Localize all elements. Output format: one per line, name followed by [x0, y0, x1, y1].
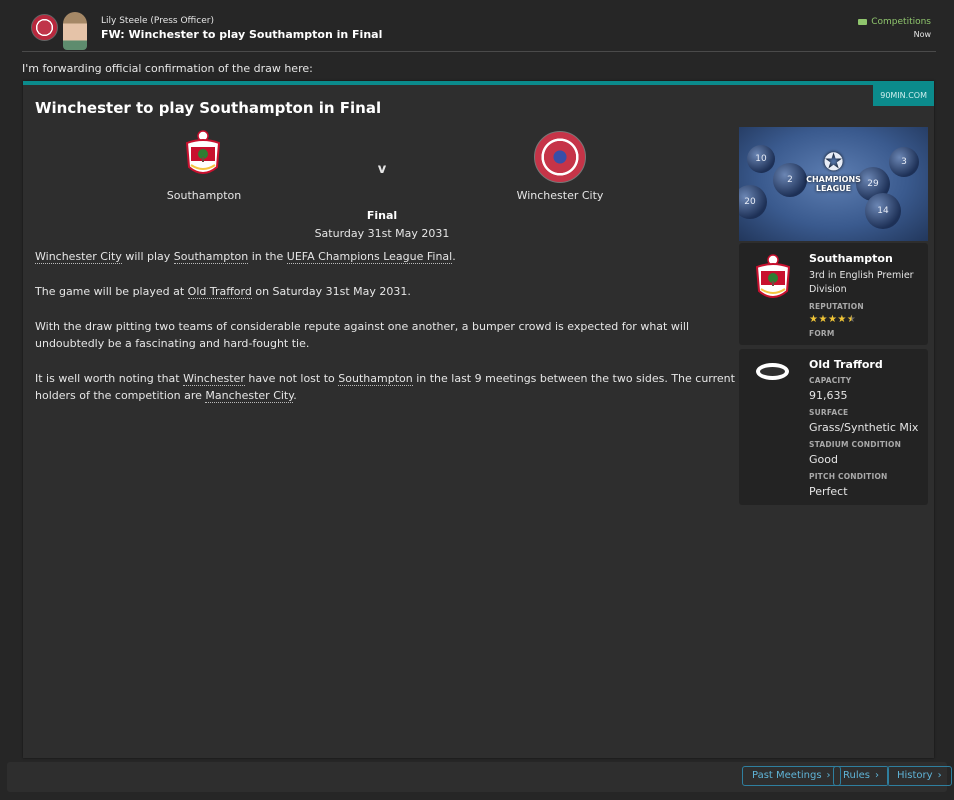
past-meetings-label: Past Meetings	[752, 770, 822, 781]
reputation-stars: ★★★★★	[809, 314, 856, 325]
stadium-info-panel: Old Trafford CAPACITY 91,635 SURFACE Gra…	[739, 349, 928, 505]
article-body: Winchester City will play Southampton in…	[35, 248, 735, 422]
team-link-manchester-city[interactable]: Manchester City	[205, 389, 294, 403]
stadium-condition-label: STADIUM CONDITION	[809, 440, 902, 449]
venue-link[interactable]: Old Trafford	[187, 285, 252, 299]
sender-avatar[interactable]	[63, 12, 87, 50]
team-link-southampton[interactable]: Southampton	[338, 372, 413, 386]
article-paragraph-3: With the draw pitting two teams of consi…	[35, 320, 690, 350]
text-run: have not lost to	[244, 372, 339, 385]
message-intro: I'm forwarding official confirmation of …	[22, 62, 313, 75]
article-paragraph-4: It is well worth noting that Winchester …	[35, 370, 735, 404]
chevron-right-icon: ›	[826, 770, 831, 781]
club-info-panel: Southampton 3rd in English Premier Divis…	[739, 243, 928, 345]
star-icon: ★	[827, 314, 838, 325]
text-run: It is well worth noting that	[35, 372, 184, 385]
club-name[interactable]: Southampton	[809, 252, 893, 265]
draw-ball: 10	[747, 145, 775, 173]
team-link-winchester[interactable]: Winchester	[183, 372, 245, 386]
capacity-value: 91,635	[809, 389, 848, 402]
chevron-right-icon: ›	[874, 770, 879, 781]
capacity-label: CAPACITY	[809, 376, 852, 385]
home-team-name[interactable]: Southampton	[167, 189, 241, 202]
star-icon: ★	[837, 314, 847, 325]
league-position: 3rd in English Premier Division	[809, 270, 914, 295]
away-team-name[interactable]: Winchester City	[517, 189, 604, 202]
rules-label: Rules	[843, 770, 870, 781]
stadium-condition-value: Good	[809, 453, 838, 466]
message-header: Lily Steele (Press Officer) FW: Winchest…	[0, 0, 954, 52]
starball-icon: ✪	[823, 148, 844, 176]
champions-league-logo: ✪ CHAMPIONS LEAGUE	[804, 149, 864, 193]
surface-label: SURFACE	[809, 408, 849, 417]
team-link-southampton[interactable]: Southampton	[173, 250, 249, 264]
competitions-link[interactable]: Competitions	[858, 17, 931, 27]
match-stage: Final	[366, 209, 398, 222]
team-link-winchester-city[interactable]: Winchester City	[35, 250, 122, 264]
message-time: Now	[913, 30, 931, 39]
text-run: The game will be played at	[35, 285, 188, 298]
stadium-name[interactable]: Old Trafford	[809, 358, 883, 371]
winchester-city-crest-icon[interactable]	[534, 131, 586, 183]
rules-button[interactable]: Rules ›	[833, 766, 889, 786]
text-run: .	[293, 389, 297, 402]
competition-tag-icon	[858, 19, 868, 25]
pitch-condition-value: Perfect	[809, 485, 848, 498]
article-paragraph-1: Winchester City will play Southampton in…	[35, 248, 735, 265]
article-title: Winchester to play Southampton in Final	[35, 99, 382, 117]
history-label: History	[897, 770, 933, 781]
surface-value: Grass/Synthetic Mix	[809, 421, 919, 434]
header-divider	[22, 51, 936, 52]
pitch-condition-label: PITCH CONDITION	[809, 472, 888, 481]
draw-ball: 3	[889, 147, 919, 177]
champions-league-image: 20 2 29 10 14 3 ✪ CHAMPIONS LEAGUE	[739, 127, 928, 241]
competition-link[interactable]: UEFA Champions League Final	[286, 250, 453, 264]
match-date: Saturday 31st May 2031	[314, 227, 450, 240]
competitions-link-label: Competitions	[871, 17, 931, 27]
form-label: FORM	[809, 329, 835, 338]
southampton-crest-icon[interactable]	[751, 253, 795, 305]
southampton-crest-icon[interactable]	[181, 129, 225, 181]
versus-label: v	[377, 162, 387, 177]
chevron-right-icon: ›	[937, 770, 942, 781]
star-icon: ★	[818, 314, 828, 325]
text-run: will play	[121, 250, 174, 263]
news-article-card: 90MIN.COM Winchester to play Southampton…	[23, 81, 934, 758]
half-star-icon: ★	[846, 314, 857, 325]
champions-league-logo-text: CHAMPIONS LEAGUE	[806, 175, 861, 193]
footer-bar: Past Meetings › Rules › History ›	[7, 762, 952, 792]
reputation-label: REPUTATION	[809, 302, 864, 311]
article-paragraph-2: The game will be played at Old Trafford …	[35, 283, 735, 300]
article-source: 90MIN.COM	[873, 85, 934, 106]
draw-ball: 2	[773, 163, 807, 197]
text-run: in the	[248, 250, 287, 263]
history-button[interactable]: History ›	[887, 766, 952, 786]
stadium-icon	[756, 363, 789, 380]
message-subject: FW: Winchester to play Southampton in Fi…	[101, 28, 383, 41]
text-run: .	[452, 250, 456, 263]
sender-name[interactable]: Lily Steele (Press Officer)	[101, 16, 214, 26]
draw-ball: 20	[739, 185, 767, 219]
club-badge-icon[interactable]	[31, 14, 58, 41]
text-run: on Saturday 31st May 2031.	[251, 285, 411, 298]
past-meetings-button[interactable]: Past Meetings ›	[742, 766, 841, 786]
draw-ball: 14	[865, 193, 901, 229]
